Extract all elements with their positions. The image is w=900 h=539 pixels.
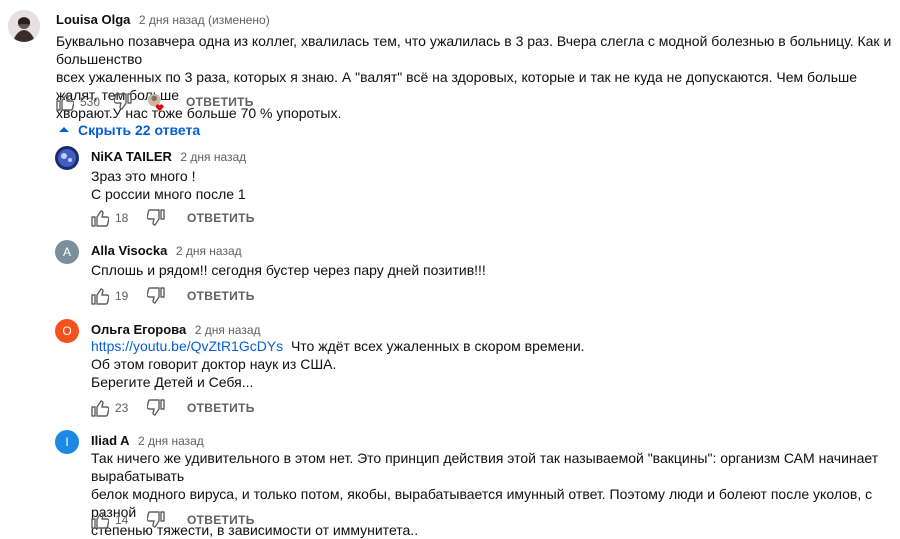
reply-button[interactable]: ОТВЕТИТЬ — [187, 513, 255, 527]
like-count: 530 — [80, 95, 101, 109]
reply-line: Что ждёт всех ужаленных в скором времени… — [283, 338, 585, 354]
like-count: 18 — [115, 211, 129, 225]
reply-text: Сплошь и рядом!! сегодня бустер через па… — [91, 261, 891, 279]
reply-header: Iliad A 2 дня назад — [91, 432, 204, 450]
chevron-up-icon — [59, 127, 69, 132]
like-count: 19 — [115, 289, 129, 303]
avatar-letter: A — [62, 245, 71, 259]
comment-date[interactable]: 2 дня назад (изменено) — [139, 13, 270, 27]
reply-line: Об этом говорит доктор наук из США. — [91, 356, 337, 372]
hide-replies-label: Скрыть 22 ответа — [78, 122, 201, 138]
reply-author[interactable]: Iliad A — [91, 433, 130, 448]
dislike-button[interactable] — [147, 510, 167, 530]
thumb-down-icon — [147, 209, 165, 226]
reply-line-with-link: https://youtu.be/QvZtR1GcDYs Что ждёт вс… — [91, 337, 891, 355]
reply-line: Зраз это много ! — [91, 168, 196, 184]
thumb-up-icon — [91, 210, 109, 227]
comment-author[interactable]: Louisa Olga — [56, 12, 130, 27]
reply: О Ольга Егорова 2 дня назад https://yout… — [0, 316, 900, 421]
like-button[interactable] — [89, 286, 109, 306]
reply-date[interactable]: 2 дня назад — [180, 150, 246, 164]
reply-author[interactable]: Alla Visocka — [91, 243, 167, 258]
like-button[interactable] — [89, 208, 109, 228]
avatar-photo — [55, 146, 79, 170]
avatar-letter: О — [62, 324, 72, 338]
reply-date[interactable]: 2 дня назад — [176, 244, 242, 258]
reply-line: Берегите Детей и Себя... — [91, 374, 254, 390]
thumb-up-icon — [91, 288, 109, 305]
comment-actions: 530 ОТВЕТИТЬ — [54, 92, 254, 112]
thumb-down-icon — [147, 399, 165, 416]
creator-heart-icon — [147, 93, 164, 112]
dislike-button[interactable] — [147, 398, 167, 418]
reply: NiKA TAILER 2 дня назад Зраз это много !… — [0, 143, 900, 233]
avatar[interactable]: A — [55, 240, 79, 264]
reply-header: NiKA TAILER 2 дня назад — [91, 148, 246, 166]
hide-replies-button[interactable]: Скрыть 22 ответа — [58, 122, 200, 138]
avatar-photo — [8, 10, 40, 42]
comment-thread: Louisa Olga 2 дня назад (изменено) Буква… — [0, 0, 900, 121]
reply-actions: 23 ОТВЕТИТЬ — [89, 398, 255, 418]
reply-actions: 18 ОТВЕТИТЬ — [89, 208, 255, 228]
avatar[interactable]: О — [55, 319, 79, 343]
avatar[interactable] — [55, 146, 79, 170]
avatar[interactable]: I — [55, 430, 79, 454]
creator-heart — [146, 92, 166, 112]
thumb-down-icon — [147, 511, 165, 528]
avatar[interactable] — [8, 10, 40, 42]
reply-line: Сплошь и рядом!! сегодня бустер через па… — [91, 262, 486, 278]
reply-button[interactable]: ОТВЕТИТЬ — [187, 211, 255, 225]
reply-text: Зраз это много ! С россии много после 1 — [91, 167, 891, 203]
reply-button[interactable]: ОТВЕТИТЬ — [186, 95, 254, 109]
comment-header: Louisa Olga 2 дня назад (изменено) — [56, 11, 270, 29]
like-button[interactable] — [89, 510, 109, 530]
reply-date[interactable]: 2 дня назад — [195, 323, 261, 337]
reply-actions: 19 ОТВЕТИТЬ — [89, 286, 255, 306]
like-button[interactable] — [89, 398, 109, 418]
thumb-down-icon — [147, 287, 165, 304]
avatar-letter: I — [65, 435, 69, 449]
comment-line: Буквально позавчера одна из коллег, хвал… — [56, 33, 892, 67]
reply-line: Так ничего же удивительного в этом нет. … — [91, 450, 879, 484]
reply-date[interactable]: 2 дня назад — [138, 434, 204, 448]
like-button[interactable] — [54, 92, 74, 112]
reply-author[interactable]: NiKA TAILER — [91, 149, 172, 164]
dislike-button[interactable] — [147, 208, 167, 228]
like-count: 14 — [115, 513, 129, 527]
thumb-down-icon — [114, 93, 132, 110]
reply: A Alla Visocka 2 дня назад Сплошь и рядо… — [0, 237, 900, 307]
reply-button[interactable]: ОТВЕТИТЬ — [187, 401, 255, 415]
reply: I Iliad A 2 дня назад Так ничего же удив… — [0, 427, 900, 538]
video-link[interactable]: https://youtu.be/QvZtR1GcDYs — [91, 338, 283, 354]
reply-line: С россии много после 1 — [91, 186, 246, 202]
thumb-up-icon — [91, 400, 109, 417]
thumb-up-icon — [56, 94, 74, 111]
dislike-button[interactable] — [114, 92, 134, 112]
reply-button[interactable]: ОТВЕТИТЬ — [187, 289, 255, 303]
reply-actions: 14 ОТВЕТИТЬ — [89, 510, 255, 530]
thumb-up-icon — [91, 512, 109, 529]
reply-author[interactable]: Ольга Егорова — [91, 322, 186, 337]
reply-text: https://youtu.be/QvZtR1GcDYs Что ждёт вс… — [91, 337, 891, 391]
like-count: 23 — [115, 401, 129, 415]
reply-header: Alla Visocka 2 дня назад — [91, 242, 242, 260]
dislike-button[interactable] — [147, 286, 167, 306]
